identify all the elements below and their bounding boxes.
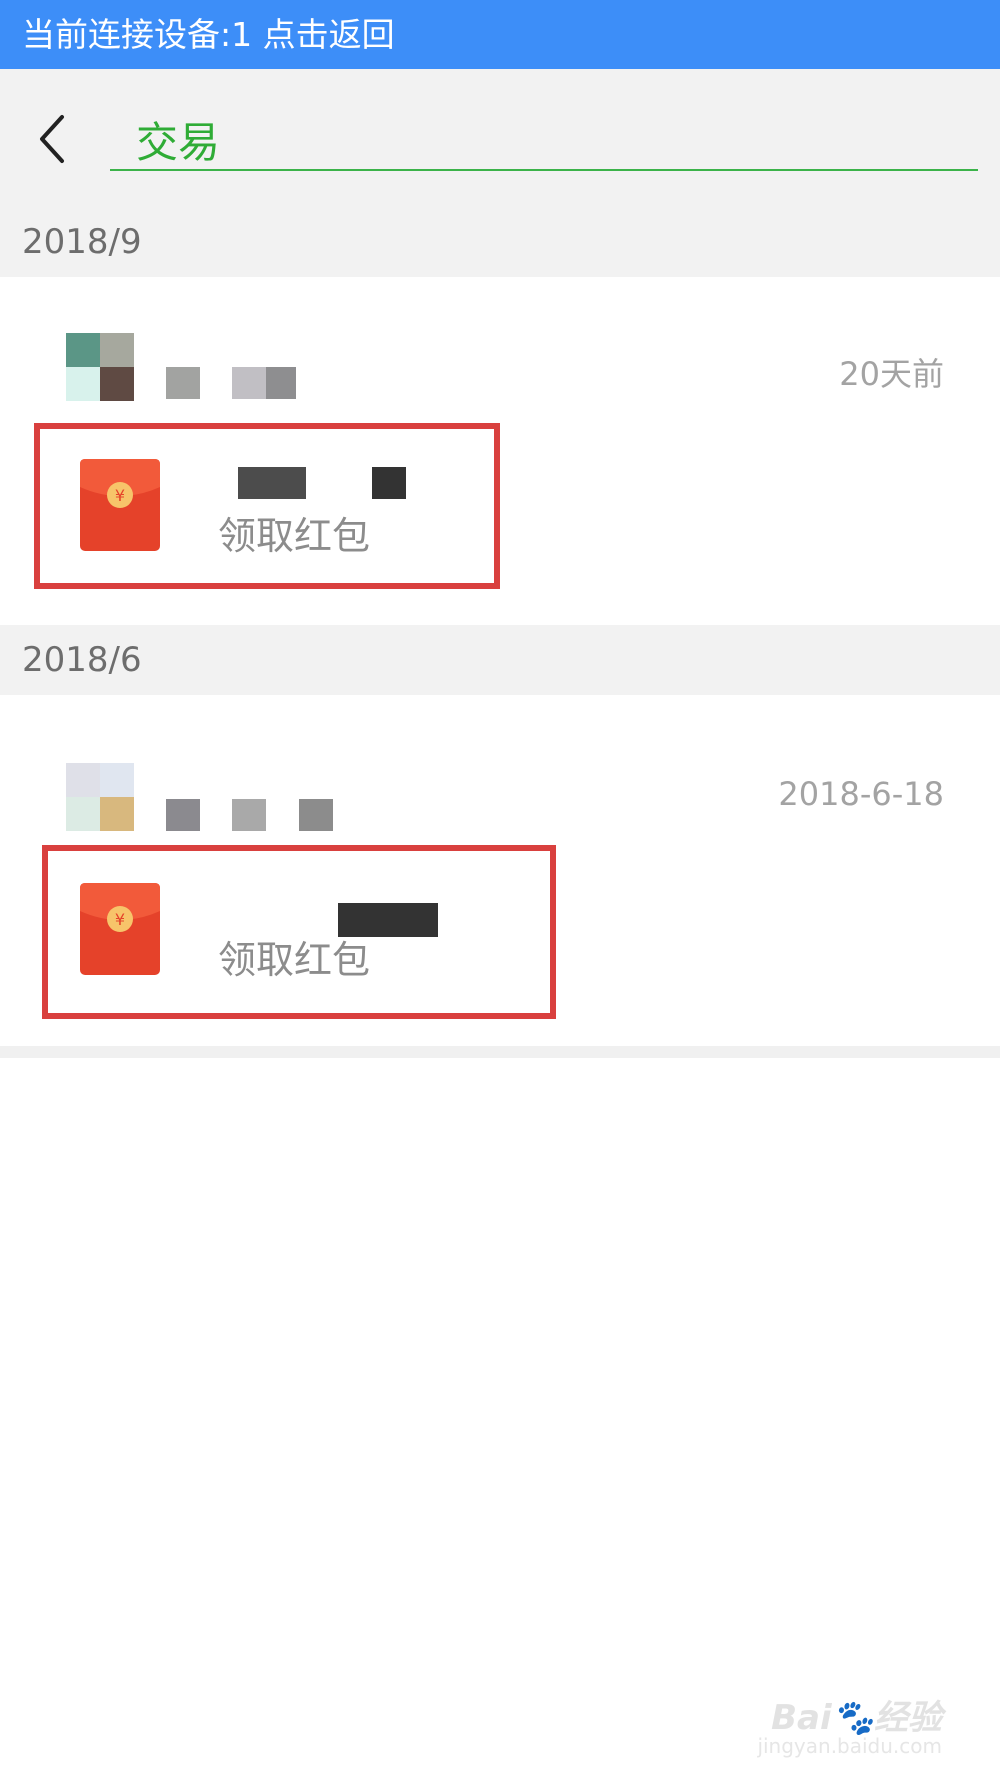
redacted-name-block bbox=[232, 367, 266, 399]
section-date-header: 2018/9 bbox=[0, 207, 1000, 277]
red-packet-label: 领取红包 bbox=[218, 514, 371, 558]
message-time: 2018-6-18 bbox=[778, 775, 944, 813]
transaction-list-item[interactable]: 2018-6-18 ¥ 领取红包 bbox=[0, 695, 1000, 1040]
red-envelope-icon: ¥ bbox=[80, 883, 160, 975]
watermark-logo: Bai🐾经验 bbox=[771, 1698, 942, 1738]
redacted-name-block bbox=[166, 799, 200, 831]
svg-text:¥: ¥ bbox=[115, 486, 125, 505]
red-packet-message[interactable]: ¥ 领取红包 bbox=[34, 423, 500, 589]
list-bottom-divider bbox=[0, 1046, 1000, 1058]
avatar bbox=[66, 763, 134, 831]
redacted-amount-block bbox=[372, 467, 406, 499]
search-header bbox=[0, 69, 1000, 207]
avatar bbox=[66, 333, 134, 401]
svg-text:¥: ¥ bbox=[115, 910, 125, 929]
red-packet-message[interactable]: ¥ 领取红包 bbox=[42, 845, 556, 1019]
redacted-amount-block bbox=[238, 467, 306, 499]
back-icon[interactable] bbox=[32, 111, 78, 167]
redacted-name-block bbox=[299, 799, 333, 831]
red-packet-label: 领取红包 bbox=[218, 938, 371, 982]
redacted-name-block bbox=[232, 799, 266, 831]
transaction-list-item[interactable]: 20天前 ¥ 领取红包 bbox=[0, 277, 1000, 625]
redacted-name-block bbox=[166, 367, 200, 399]
device-status-bar[interactable]: 当前连接设备:1 点击返回 bbox=[0, 0, 1000, 69]
message-time: 20天前 bbox=[839, 355, 944, 393]
section-date-header: 2018/6 bbox=[0, 625, 1000, 695]
watermark-url: jingyan.baidu.com bbox=[757, 1734, 942, 1758]
redacted-name-block bbox=[266, 367, 296, 399]
search-input[interactable] bbox=[110, 109, 978, 171]
red-envelope-icon: ¥ bbox=[80, 459, 160, 551]
